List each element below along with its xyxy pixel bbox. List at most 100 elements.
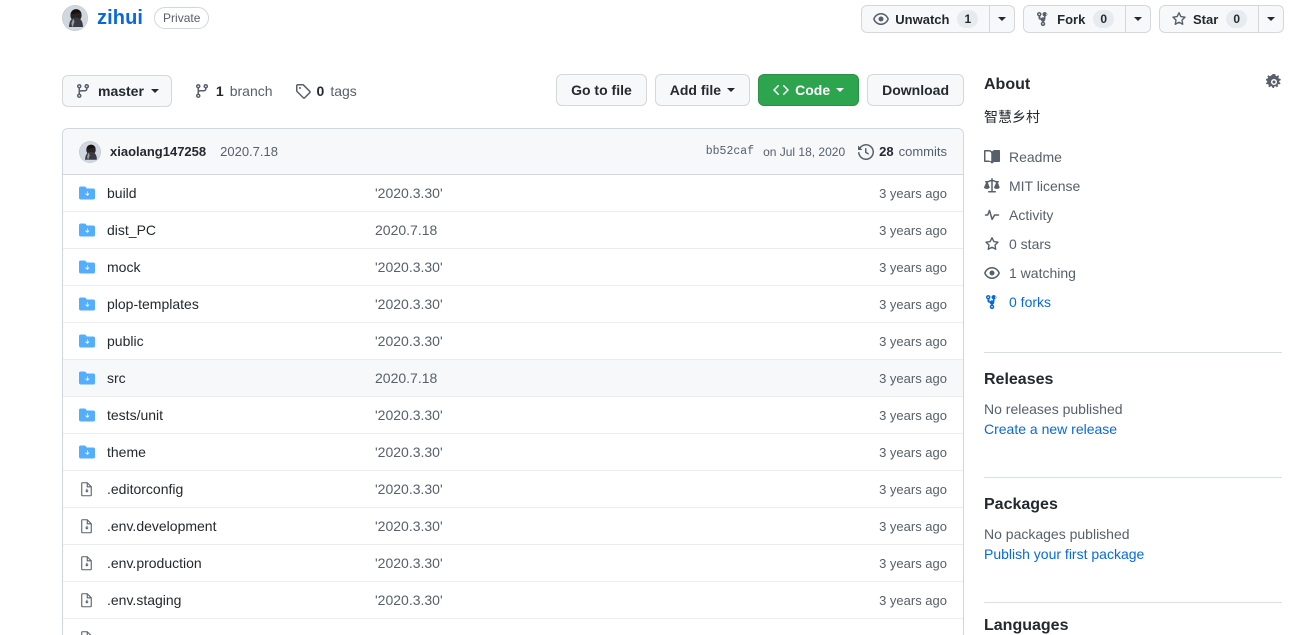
branch-count-value: 1 xyxy=(215,83,224,99)
file-row[interactable]: build '2020.3.30' 3 years ago xyxy=(63,175,963,212)
tag-count-link[interactable]: 0 tags xyxy=(295,83,357,99)
file-row[interactable]: mock '2020.3.30' 3 years ago xyxy=(63,249,963,286)
commit-author-name[interactable]: xiaolang147258 xyxy=(110,144,206,159)
folder-icon xyxy=(79,333,95,349)
fork-button[interactable]: Fork 0 xyxy=(1023,5,1126,33)
about-item[interactable]: Readme xyxy=(984,142,1282,171)
file-commit-message[interactable]: '2020.3.30' xyxy=(375,407,879,423)
book-icon xyxy=(984,149,1000,165)
chevron-down-icon xyxy=(1134,17,1143,21)
file-row[interactable]: tests/unit '2020.3.30' 3 years ago xyxy=(63,397,963,434)
file-commit-message[interactable]: '2020.3.30' xyxy=(375,555,879,571)
file-name-link[interactable]: src xyxy=(107,370,375,386)
file-commit-message[interactable]: 2020.7.18 xyxy=(375,370,879,386)
file-name-link[interactable]: .env.development xyxy=(107,518,375,534)
about-description: 智慧乡村 xyxy=(984,109,1040,125)
about-sidebar: About 智慧乡村 Readme MIT license Activity 0 st… xyxy=(984,74,1282,316)
file-name-link[interactable]: build xyxy=(107,185,375,201)
tag-icon xyxy=(295,83,311,99)
divider xyxy=(984,352,1282,353)
code-button[interactable]: Code xyxy=(758,74,860,106)
star-button[interactable]: Star 0 xyxy=(1159,5,1258,33)
commit-author-avatar[interactable] xyxy=(79,140,101,163)
watch-dropdown-button[interactable] xyxy=(989,5,1016,33)
file-commit-message[interactable]: '2020.3.30' xyxy=(375,518,879,534)
unwatch-button[interactable]: Unwatch 1 xyxy=(861,5,990,33)
tag-count-value: 0 xyxy=(316,83,325,99)
fork-dropdown-button[interactable] xyxy=(1125,5,1152,33)
commits-count-word: commits xyxy=(898,144,947,159)
file-name-link[interactable]: .env.staging xyxy=(107,592,375,608)
file-commit-message[interactable]: '2020.3.30' xyxy=(375,592,879,608)
file-commit-age: 3 years ago xyxy=(879,592,947,608)
commit-sha[interactable]: bb52caf xyxy=(706,145,754,158)
file-name-link[interactable]: .editorconfig xyxy=(107,481,375,497)
file-name-link[interactable]: .env.production xyxy=(107,555,375,571)
branch-count-link[interactable]: 1 branch xyxy=(194,83,273,99)
branch-selector-button[interactable]: master xyxy=(62,75,172,107)
file-commit-message[interactable]: '2020.3.30' xyxy=(375,259,879,275)
unwatch-label: Unwatch xyxy=(895,11,950,27)
repository-name[interactable]: zihui xyxy=(97,7,143,30)
about-item[interactable]: Activity xyxy=(984,200,1282,229)
download-button[interactable]: Download xyxy=(867,74,964,106)
file-name-link[interactable]: dist_PC xyxy=(107,222,375,238)
file-icon xyxy=(79,592,95,608)
file-row[interactable]: src 2020.7.18 3 years ago xyxy=(63,360,963,397)
file-name-link[interactable]: public xyxy=(107,333,375,349)
commit-message[interactable]: 2020.7.18 xyxy=(220,144,278,159)
about-item[interactable]: 0 stars xyxy=(984,229,1282,258)
file-commit-message[interactable]: 2020.7.18 xyxy=(375,222,879,238)
repository-page: zihui Private Unwatch 1 Fork 0 Star 0 ma… xyxy=(0,0,1304,635)
about-item-label: 0 forks xyxy=(1009,293,1052,310)
about-item-label: MIT license xyxy=(1009,177,1081,194)
eye-icon xyxy=(873,11,890,27)
file-commit-message[interactable]: '2020.3.30' xyxy=(375,296,879,312)
file-row[interactable]: .env.staging '2020.3.30' 3 years ago xyxy=(63,582,963,619)
commits-count-link[interactable]: 28 commits xyxy=(858,143,947,160)
file-row[interactable]: dist_PC 2020.7.18 3 years ago xyxy=(63,212,963,249)
go-to-file-button[interactable]: Go to file xyxy=(556,74,647,106)
file-row[interactable]: theme '2020.3.30' 3 years ago xyxy=(63,434,963,471)
owner-avatar[interactable] xyxy=(62,5,88,31)
file-name-link[interactable]: plop-templates xyxy=(107,296,375,312)
visibility-badge: Private xyxy=(154,7,210,29)
fork-label: Fork xyxy=(1057,11,1086,27)
file-icon xyxy=(79,481,95,497)
file-name-link[interactable]: tests/unit xyxy=(107,407,375,423)
file-name-link[interactable]: mock xyxy=(107,259,375,275)
file-icon xyxy=(79,555,95,571)
star-dropdown-button[interactable] xyxy=(1258,5,1284,33)
about-title: About xyxy=(984,75,1031,93)
file-name-link[interactable]: theme xyxy=(107,444,375,460)
file-commit-age: 3 years ago xyxy=(879,481,947,497)
file-commit-age: 3 years ago xyxy=(879,259,947,275)
add-file-button[interactable]: Add file xyxy=(654,74,751,106)
file-row[interactable]: .env.production '2020.3.30' 3 years ago xyxy=(63,545,963,582)
folder-icon xyxy=(79,222,95,238)
commit-meta: bb52caf on Jul 18, 2020 28 commits xyxy=(706,143,947,160)
file-row[interactable]: .env.development '2020.3.30' 3 years ago xyxy=(63,508,963,545)
file-commit-age: 3 years ago xyxy=(879,518,947,534)
file-commit-message[interactable]: '2020.3.30' xyxy=(375,481,879,497)
file-commit-message[interactable]: '2020.3.30' xyxy=(375,185,879,201)
folder-icon xyxy=(79,185,95,201)
about-item[interactable]: 0 forks xyxy=(984,287,1282,316)
file-row[interactable]: public '2020.3.30' 3 years ago xyxy=(63,323,963,360)
file-commit-message[interactable]: '2020.3.30' xyxy=(375,333,879,349)
about-item[interactable]: MIT license xyxy=(984,171,1282,200)
about-item-label: 1 watching xyxy=(1009,264,1076,281)
file-commit-age: 3 years ago xyxy=(879,407,947,423)
file-row[interactable] xyxy=(63,619,963,635)
file-commit-message[interactable]: '2020.3.30' xyxy=(375,444,879,460)
file-row[interactable]: .editorconfig '2020.3.30' 3 years ago xyxy=(63,471,963,508)
chevron-down-icon xyxy=(836,88,845,92)
commit-author-block: xiaolang147258 2020.7.18 xyxy=(79,140,278,163)
file-row[interactable]: plop-templates '2020.3.30' 3 years ago xyxy=(63,286,963,323)
create-release-link[interactable]: Create a new release xyxy=(984,421,1282,437)
law-icon xyxy=(984,177,1000,194)
packages-title: Packages xyxy=(984,496,1058,513)
about-item[interactable]: 1 watching xyxy=(984,258,1282,287)
publish-package-link[interactable]: Publish your first package xyxy=(984,546,1282,562)
gear-icon[interactable] xyxy=(1265,74,1282,95)
